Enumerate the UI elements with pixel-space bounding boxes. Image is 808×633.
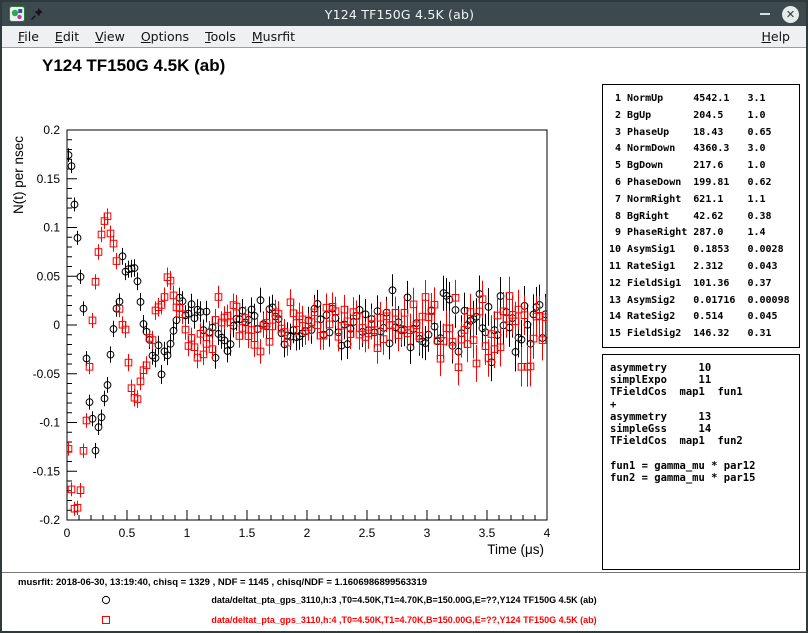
theory-line: simplExpo 11 — [610, 374, 799, 386]
param-row: 2 BgUp 204.5 1.0 — [609, 108, 799, 125]
param-row: 11 RateSig1 2.312 0.043 — [609, 259, 799, 276]
svg-text:3: 3 — [424, 526, 431, 540]
legend-label: data/deltat_pta_gps_3110,h:4 ,T0=4.50K,T… — [2, 610, 806, 630]
theory-line: + — [610, 399, 799, 411]
fit-info-text: musrfit: 2018-06-30, 13:19:40, chisq = 1… — [18, 577, 427, 588]
svg-text:0: 0 — [53, 318, 60, 332]
theory-line: asymmetry 10 — [610, 362, 799, 374]
menubar: FileEditViewOptionsToolsMusrfit Help — [2, 26, 806, 48]
plot-title: Y124 TF150G 4.5K (ab) — [42, 56, 225, 76]
svg-text:2: 2 — [304, 526, 311, 540]
param-row: 15 FieldSig2 146.32 0.31 — [609, 326, 799, 343]
theory-line — [610, 447, 799, 459]
svg-text:Time (μs): Time (μs) — [487, 542, 544, 557]
svg-text:-0.2: -0.2 — [39, 513, 60, 527]
param-row: 3 PhaseUp 18.43 0.65 — [609, 125, 799, 142]
window-title: Y124 TF150G 4.5K (ab) — [49, 7, 750, 22]
theory-line: simpleGss 14 — [610, 423, 799, 435]
canvas-area: Y124 TF150G 4.5K (ab) 0 0.5 1 1.5 2 2.5 3 3.5 4 -… — [2, 48, 806, 631]
fit-parameters-panel: 1 NormUp 4542.1 3.1 2 BgUp 204.5 1.0 3 P… — [602, 84, 800, 348]
musrview-window: Y124 TF150G 4.5K (ab) ✕ FileEditViewOpti… — [0, 0, 808, 633]
menu-view[interactable]: View — [87, 27, 133, 46]
param-row: 12 FieldSig1 101.36 0.37 — [609, 276, 799, 293]
svg-text:0.15: 0.15 — [37, 172, 61, 186]
theory-line: TFieldCos map1 fun1 — [610, 386, 799, 398]
chart-canvas[interactable]: 0 0.5 1 1.5 2 2.5 3 3.5 4 -0.2 -0.15 -0.1 -0.05 0 0.05… — [2, 92, 602, 572]
theory-line: fun2 = gamma_mu * par15 — [610, 472, 799, 484]
minimize-icon — [760, 13, 770, 15]
legend-entry: data/deltat_pta_gps_3110,h:3 ,T0=4.50K,T… — [2, 590, 806, 610]
pin-icon[interactable] — [30, 7, 44, 21]
svg-text:0.2: 0.2 — [43, 123, 60, 137]
svg-text:-0.1: -0.1 — [39, 416, 60, 430]
param-row: 4 NormDown 4360.3 3.0 — [609, 141, 799, 158]
close-button[interactable]: ✕ — [782, 6, 799, 23]
svg-text:0.05: 0.05 — [37, 269, 61, 283]
svg-text:4: 4 — [544, 526, 551, 540]
menu-musrfit[interactable]: Musrfit — [244, 27, 303, 46]
svg-text:-0.05: -0.05 — [33, 367, 61, 381]
theory-panel: asymmetry 10simplExpo 11TFieldCos map1 f… — [602, 354, 800, 570]
menu-edit[interactable]: Edit — [47, 27, 87, 46]
theory-line: TFieldCos map1 fun2 — [610, 435, 799, 447]
param-row: 10 AsymSig1 0.1853 0.0028 — [609, 242, 799, 259]
svg-text:2.5: 2.5 — [359, 526, 376, 540]
theory-line: asymmetry 13 — [610, 411, 799, 423]
svg-text:0: 0 — [64, 526, 71, 540]
menu-items: FileEditViewOptionsToolsMusrfit — [10, 27, 753, 46]
menu-tools[interactable]: Tools — [197, 27, 244, 46]
svg-text:1.5: 1.5 — [239, 526, 256, 540]
close-icon: ✕ — [786, 8, 795, 21]
param-row: 5 BgDown 217.6 1.0 — [609, 158, 799, 175]
statusbar: musrfit: 2018-06-30, 13:19:40, chisq = 1… — [2, 572, 806, 633]
legend-entry: data/deltat_pta_gps_3110,h:4 ,T0=4.50K,T… — [2, 610, 806, 630]
param-row: 9 PhaseRight 287.0 1.4 — [609, 225, 799, 242]
param-row: 7 NormRight 621.1 1.1 — [609, 192, 799, 209]
svg-text:N(t) per nsec: N(t) per nsec — [11, 136, 26, 214]
app-icon[interactable] — [9, 6, 25, 22]
legend-label: data/deltat_pta_gps_3110,h:3 ,T0=4.50K,T… — [2, 590, 806, 610]
param-row: 1 NormUp 4542.1 3.1 — [609, 91, 799, 108]
param-row: 8 BgRight 42.62 0.38 — [609, 209, 799, 226]
minimize-button[interactable] — [756, 5, 774, 23]
menu-help[interactable]: Help — [753, 27, 798, 46]
legend-square-icon — [100, 614, 112, 626]
theory-line: fun1 = gamma_mu * par12 — [610, 460, 799, 472]
svg-text:1: 1 — [184, 526, 191, 540]
svg-text:0.1: 0.1 — [43, 221, 60, 235]
svg-text:-0.15: -0.15 — [33, 464, 61, 478]
param-row: 14 RateSig2 0.514 0.045 — [609, 309, 799, 326]
menu-options[interactable]: Options — [133, 27, 197, 46]
legend-circle-icon — [100, 594, 112, 606]
svg-text:0.5: 0.5 — [119, 526, 136, 540]
svg-text:3.5: 3.5 — [479, 526, 496, 540]
titlebar[interactable]: Y124 TF150G 4.5K (ab) ✕ — [2, 2, 806, 26]
menu-file[interactable]: File — [10, 27, 47, 46]
param-row: 6 PhaseDown 199.81 0.62 — [609, 175, 799, 192]
param-row: 13 AsymSig2 0.01716 0.00098 — [609, 293, 799, 310]
